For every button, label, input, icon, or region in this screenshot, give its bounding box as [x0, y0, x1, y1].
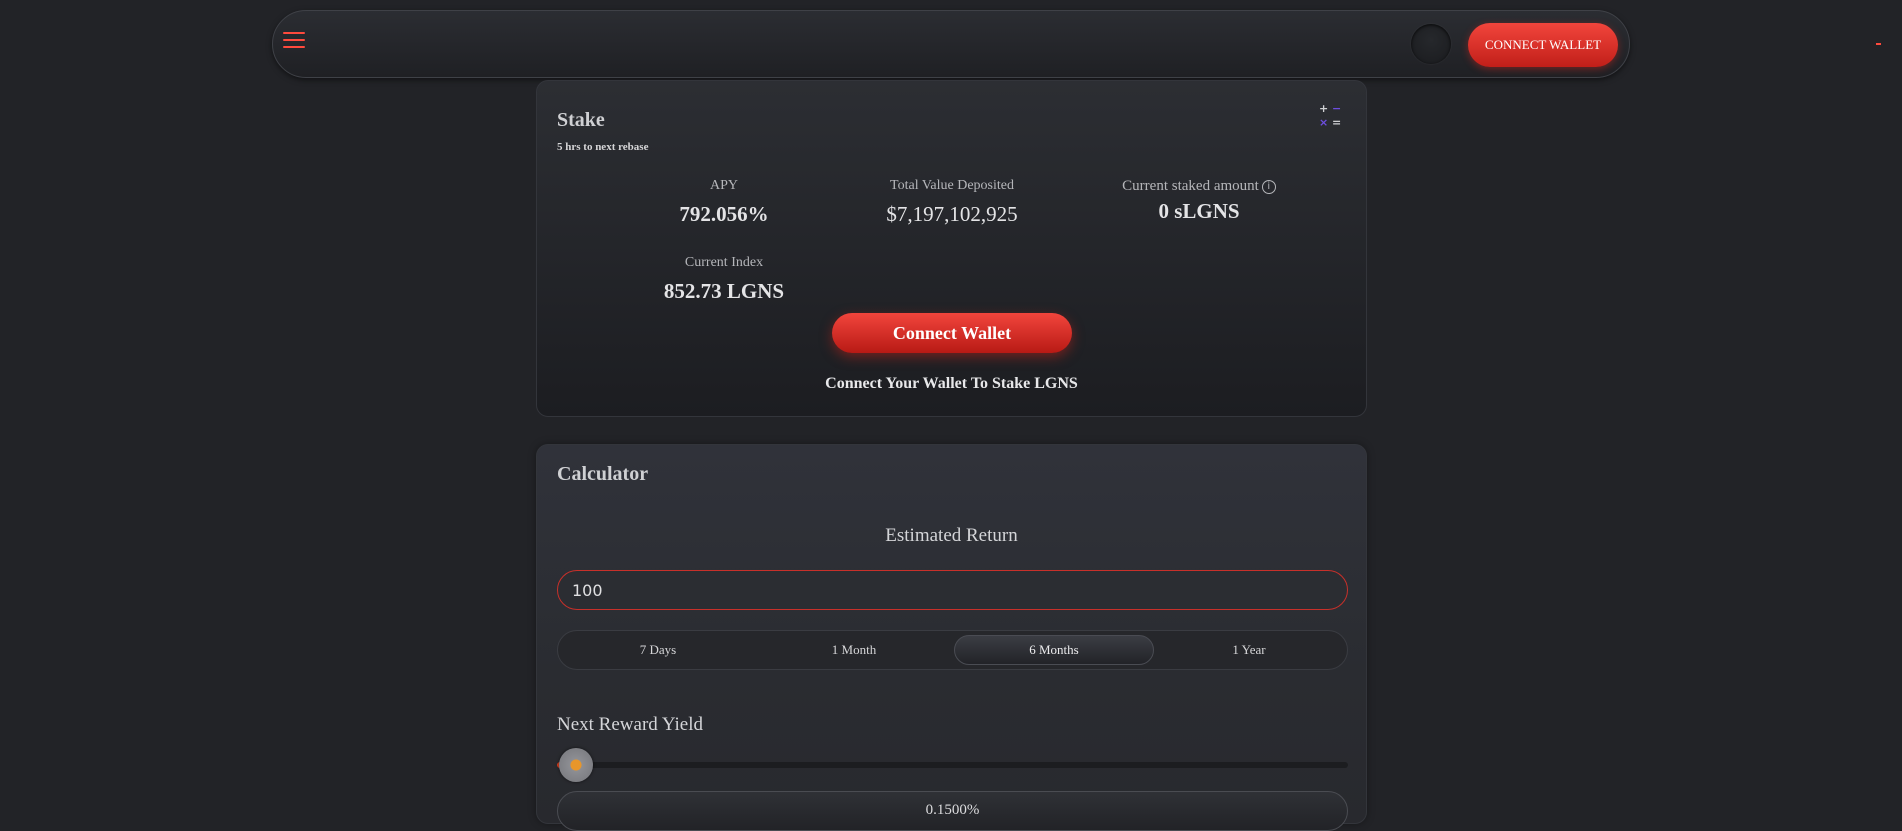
apy-metric: APY 792.056%: [604, 178, 844, 227]
reward-yield-slider[interactable]: [557, 748, 1348, 782]
estimated-return-label: Estimated Return: [885, 525, 1018, 546]
tab-6-months[interactable]: 6 Months: [954, 635, 1154, 665]
period-tabs: 7 Days 1 Month 6 Months 1 Year: [557, 630, 1348, 670]
current-index-value: 852.73 LGNS: [663, 279, 785, 303]
header-connect-wallet-button[interactable]: CONNECT WALLET: [1468, 23, 1618, 67]
connect-wallet-note: Connect Your Wallet To Stake LGNS: [825, 375, 1078, 392]
calculator-card: Calculator Estimated Return 7 Days 1 Mon…: [536, 444, 1367, 831]
times-symbol: ×: [1319, 116, 1329, 129]
top-navbar: CONNECT WALLET: [272, 10, 1630, 78]
current-staked-value: 0 sLGNS: [1158, 199, 1240, 223]
tvd-metric: Total Value Deposited $7,197,102,925: [832, 178, 1072, 227]
current-index-metric: Current Index 852.73 LGNS: [604, 255, 844, 304]
slider-thumb[interactable]: [559, 748, 593, 782]
current-index-label: Current Index: [684, 255, 764, 270]
calculator-icon[interactable]: + − × =: [1319, 103, 1345, 131]
info-icon[interactable]: i: [1261, 179, 1276, 194]
minus-symbol: −: [1332, 102, 1342, 115]
stake-connect-wallet-button[interactable]: Connect Wallet: [832, 313, 1072, 353]
calculator-title: Calculator: [557, 463, 649, 485]
current-staked-label: Current staked amount: [1122, 178, 1259, 194]
amount-input[interactable]: [557, 570, 1348, 610]
tab-1-month[interactable]: 1 Month: [758, 635, 950, 665]
tab-7-days[interactable]: 7 Days: [562, 635, 754, 665]
tvd-label: Total Value Deposited: [890, 178, 1014, 193]
hamburger-menu-icon[interactable]: [283, 32, 305, 50]
equals-symbol: =: [1332, 116, 1342, 129]
plus-symbol: +: [1319, 102, 1329, 115]
theme-toggle-button[interactable]: [1411, 24, 1451, 64]
rebase-countdown: 5 hrs to next rebase: [557, 141, 649, 153]
apy-value: 792.056%: [679, 202, 769, 226]
corner-indicator: [1876, 43, 1881, 45]
apy-label: APY: [709, 178, 738, 193]
stake-title: Stake: [557, 109, 605, 131]
current-staked-metric: Current staked amount i 0 sLGNS: [1079, 178, 1319, 224]
stake-card: Stake 5 hrs to next rebase + − × = APY 7…: [536, 80, 1367, 417]
next-reward-yield-label: Next Reward Yield: [557, 714, 703, 735]
reward-yield-value: 0.1500%: [557, 791, 1348, 831]
tvd-value: $7,197,102,925: [886, 202, 1018, 226]
tab-1-year[interactable]: 1 Year: [1154, 635, 1344, 665]
